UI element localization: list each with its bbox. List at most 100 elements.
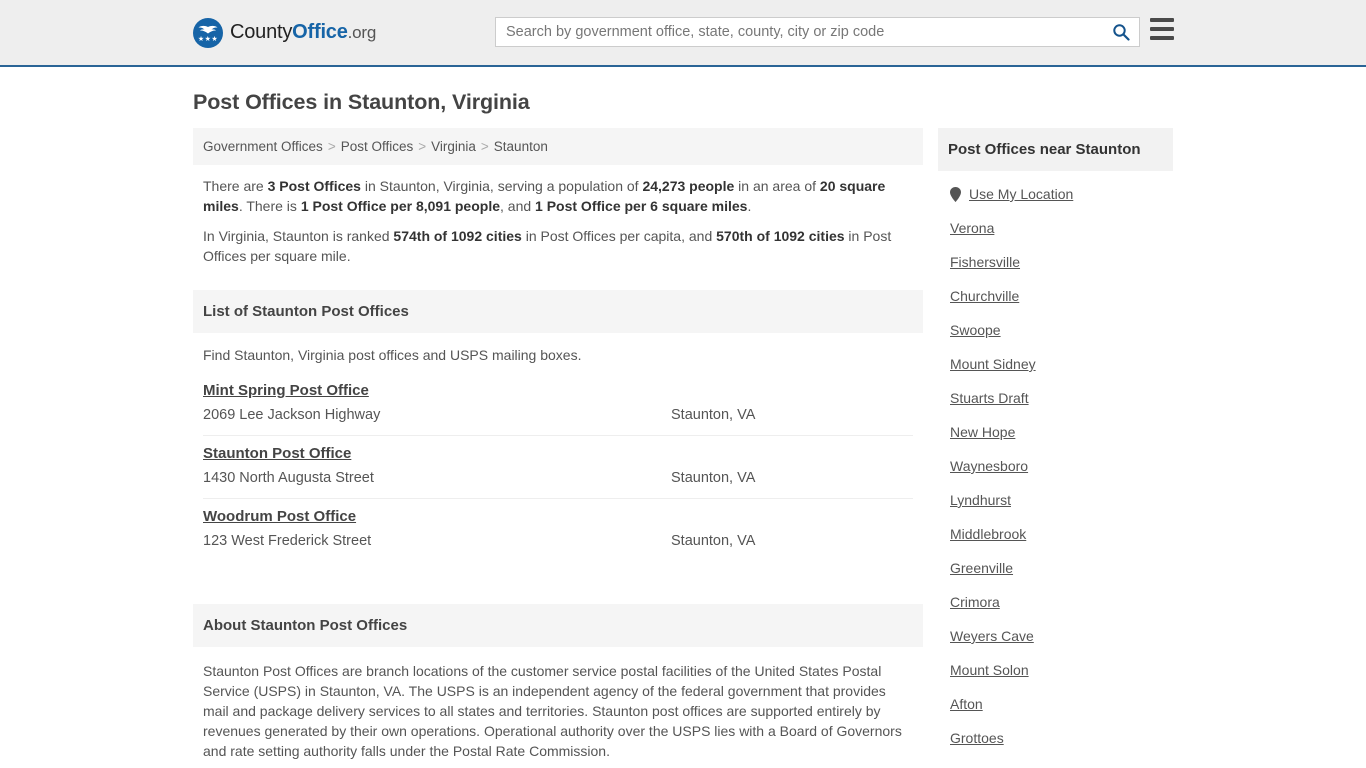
stars-icon: ★★★ (197, 35, 219, 43)
sidebar-item-fishersville[interactable]: Fishersville (950, 245, 1173, 279)
sidebar-item-lyndhurst[interactable]: Lyndhurst (950, 483, 1173, 517)
search-bar (495, 17, 1140, 47)
breadcrumb-separator: > (418, 139, 427, 154)
sidebar-item-label[interactable]: Crimora (950, 594, 1000, 610)
about-section-body: Staunton Post Offices are branch locatio… (193, 647, 923, 768)
search-button[interactable] (1103, 18, 1139, 46)
sidebar-item-label[interactable]: Afton (950, 696, 983, 712)
intro-text: , and (500, 198, 536, 214)
intro-text: There are (203, 178, 268, 194)
intro-text: . There is (238, 198, 301, 214)
post-office-list: Mint Spring Post Office 2069 Lee Jackson… (193, 373, 923, 561)
post-office-city: Staunton, VA (671, 470, 756, 486)
eagle-icon (198, 25, 218, 33)
about-section-heading: About Staunton Post Offices (193, 604, 923, 647)
list-item: Woodrum Post Office 123 West Frederick S… (203, 499, 913, 561)
post-office-address: 1430 North Augusta Street (203, 470, 374, 486)
sidebar: Post Offices near Staunton Use My Locati… (938, 128, 1173, 755)
intro-paragraph-2: In Virginia, Staunton is ranked 574th of… (203, 226, 913, 266)
post-office-name-link[interactable]: Staunton Post Office (203, 445, 351, 462)
search-icon (1113, 24, 1130, 41)
intro-text: in Staunton, Virginia, serving a populat… (360, 178, 643, 194)
stat-rank-per-capita: 574th of 1092 cities (393, 228, 522, 244)
stat-population: 24,273 people (642, 178, 735, 194)
page-title: Post Offices in Staunton, Virginia (193, 90, 530, 114)
map-pin-icon (950, 186, 961, 202)
breadcrumb-separator: > (480, 139, 489, 154)
sidebar-item-waynesboro[interactable]: Waynesboro (950, 449, 1173, 483)
sidebar-item-churchville[interactable]: Churchville (950, 279, 1173, 313)
list-item: Staunton Post Office 1430 North Augusta … (203, 436, 913, 499)
sidebar-item-swoope[interactable]: Swoope (950, 313, 1173, 347)
sidebar-item-label[interactable]: Greenville (950, 560, 1013, 576)
list-section-note: Find Staunton, Virginia post offices and… (203, 347, 582, 363)
sidebar-item-label[interactable]: Lyndhurst (950, 492, 1011, 508)
sidebar-item-label[interactable]: Verona (950, 220, 994, 236)
site-logo-text: CountyOffice.org (230, 21, 376, 44)
content-wrapper: Government Offices > Post Offices > Virginia… (193, 128, 1173, 768)
hamburger-menu-icon[interactable] (1150, 18, 1174, 40)
logo-text-county: County (230, 21, 293, 43)
intro-text: in Post Offices per capita, and (521, 228, 717, 244)
post-office-details: 2069 Lee Jackson Highway Staunton, VA (203, 407, 913, 423)
sidebar-item-weyers-cave[interactable]: Weyers Cave (950, 619, 1173, 653)
sidebar-item-label[interactable]: Use My Location (969, 186, 1073, 202)
list-section-heading: List of Staunton Post Offices (193, 290, 923, 333)
post-office-name-link[interactable]: Mint Spring Post Office (203, 382, 369, 399)
sidebar-item-label[interactable]: Mount Sidney (950, 356, 1036, 372)
logo-text-org: .org (347, 23, 377, 42)
stat-rank-per-square-mile: 570th of 1092 cities (716, 228, 845, 244)
sidebar-item-label[interactable]: Mount Solon (950, 662, 1029, 678)
post-office-city: Staunton, VA (671, 533, 756, 549)
search-input[interactable] (496, 19, 1103, 45)
sidebar-item-new-hope[interactable]: New Hope (950, 415, 1173, 449)
site-logo[interactable]: ★★★ CountyOffice.org (193, 17, 376, 48)
breadcrumb-separator: > (327, 139, 336, 154)
sidebar-item-label[interactable]: Fishersville (950, 254, 1020, 270)
sidebar-item-label[interactable]: New Hope (950, 424, 1015, 440)
sidebar-nearby-list: Use My Location Verona Fishersville Chur… (938, 171, 1173, 755)
post-office-address: 123 West Frederick Street (203, 533, 372, 549)
sidebar-item-label[interactable]: Grottoes (950, 730, 1004, 746)
hamburger-bar-1 (1150, 18, 1174, 22)
sidebar-item-mount-sidney[interactable]: Mount Sidney (950, 347, 1173, 381)
sidebar-item-afton[interactable]: Afton (950, 687, 1173, 721)
page-container: Post Offices in Staunton, Virginia Gover… (0, 90, 1366, 768)
sidebar-item-mount-solon[interactable]: Mount Solon (950, 653, 1173, 687)
sidebar-item-label[interactable]: Waynesboro (950, 458, 1028, 474)
sidebar-item-label[interactable]: Middlebrook (950, 526, 1026, 542)
post-office-city: Staunton, VA (671, 407, 756, 423)
sidebar-item-label[interactable]: Stuarts Draft (950, 390, 1029, 406)
sidebar-item-middlebrook[interactable]: Middlebrook (950, 517, 1173, 551)
sidebar-item-label[interactable]: Swoope (950, 322, 1001, 338)
sidebar-item-crimora[interactable]: Crimora (950, 585, 1173, 619)
main-column: Government Offices > Post Offices > Virginia… (193, 128, 923, 768)
sidebar-item-greenville[interactable]: Greenville (950, 551, 1173, 585)
breadcrumb: Government Offices > Post Offices > Virginia… (193, 128, 923, 165)
stat-per-capita: 1 Post Office per 8,091 people (300, 198, 500, 214)
post-office-address: 2069 Lee Jackson Highway (203, 407, 381, 423)
hamburger-bar-3 (1150, 36, 1174, 40)
post-office-name-link[interactable]: Woodrum Post Office (203, 508, 356, 525)
sidebar-item-label[interactable]: Churchville (950, 288, 1019, 304)
intro-text: in an area of (734, 178, 820, 194)
post-office-details: 123 West Frederick Street Staunton, VA (203, 533, 913, 549)
breadcrumb-item-staunton[interactable]: Staunton (494, 139, 548, 154)
logo-text-office: Office (292, 21, 348, 43)
breadcrumb-item-virginia[interactable]: Virginia (431, 139, 476, 154)
sidebar-item-stuarts-draft[interactable]: Stuarts Draft (950, 381, 1173, 415)
sidebar-item-verona[interactable]: Verona (950, 211, 1173, 245)
breadcrumb-item-post-offices[interactable]: Post Offices (341, 139, 414, 154)
sidebar-item-label[interactable]: Weyers Cave (950, 628, 1034, 644)
breadcrumb-item-government-offices[interactable]: Government Offices (203, 139, 323, 154)
stat-per-square-mile: 1 Post Office per 6 square miles (535, 198, 748, 214)
sidebar-item-use-my-location[interactable]: Use My Location (950, 177, 1173, 211)
hamburger-bar-2 (1150, 27, 1174, 31)
intro-text: . (747, 198, 752, 214)
stat-post-office-count: 3 Post Offices (267, 178, 361, 194)
list-item: Mint Spring Post Office 2069 Lee Jackson… (203, 373, 913, 436)
sidebar-item-grottoes[interactable]: Grottoes (950, 721, 1173, 755)
sidebar-heading: Post Offices near Staunton (938, 128, 1173, 171)
eagle-shield-logo-icon: ★★★ (193, 17, 223, 48)
intro-statistics: There are 3 Post Offices in Staunton, Vi… (193, 165, 923, 278)
